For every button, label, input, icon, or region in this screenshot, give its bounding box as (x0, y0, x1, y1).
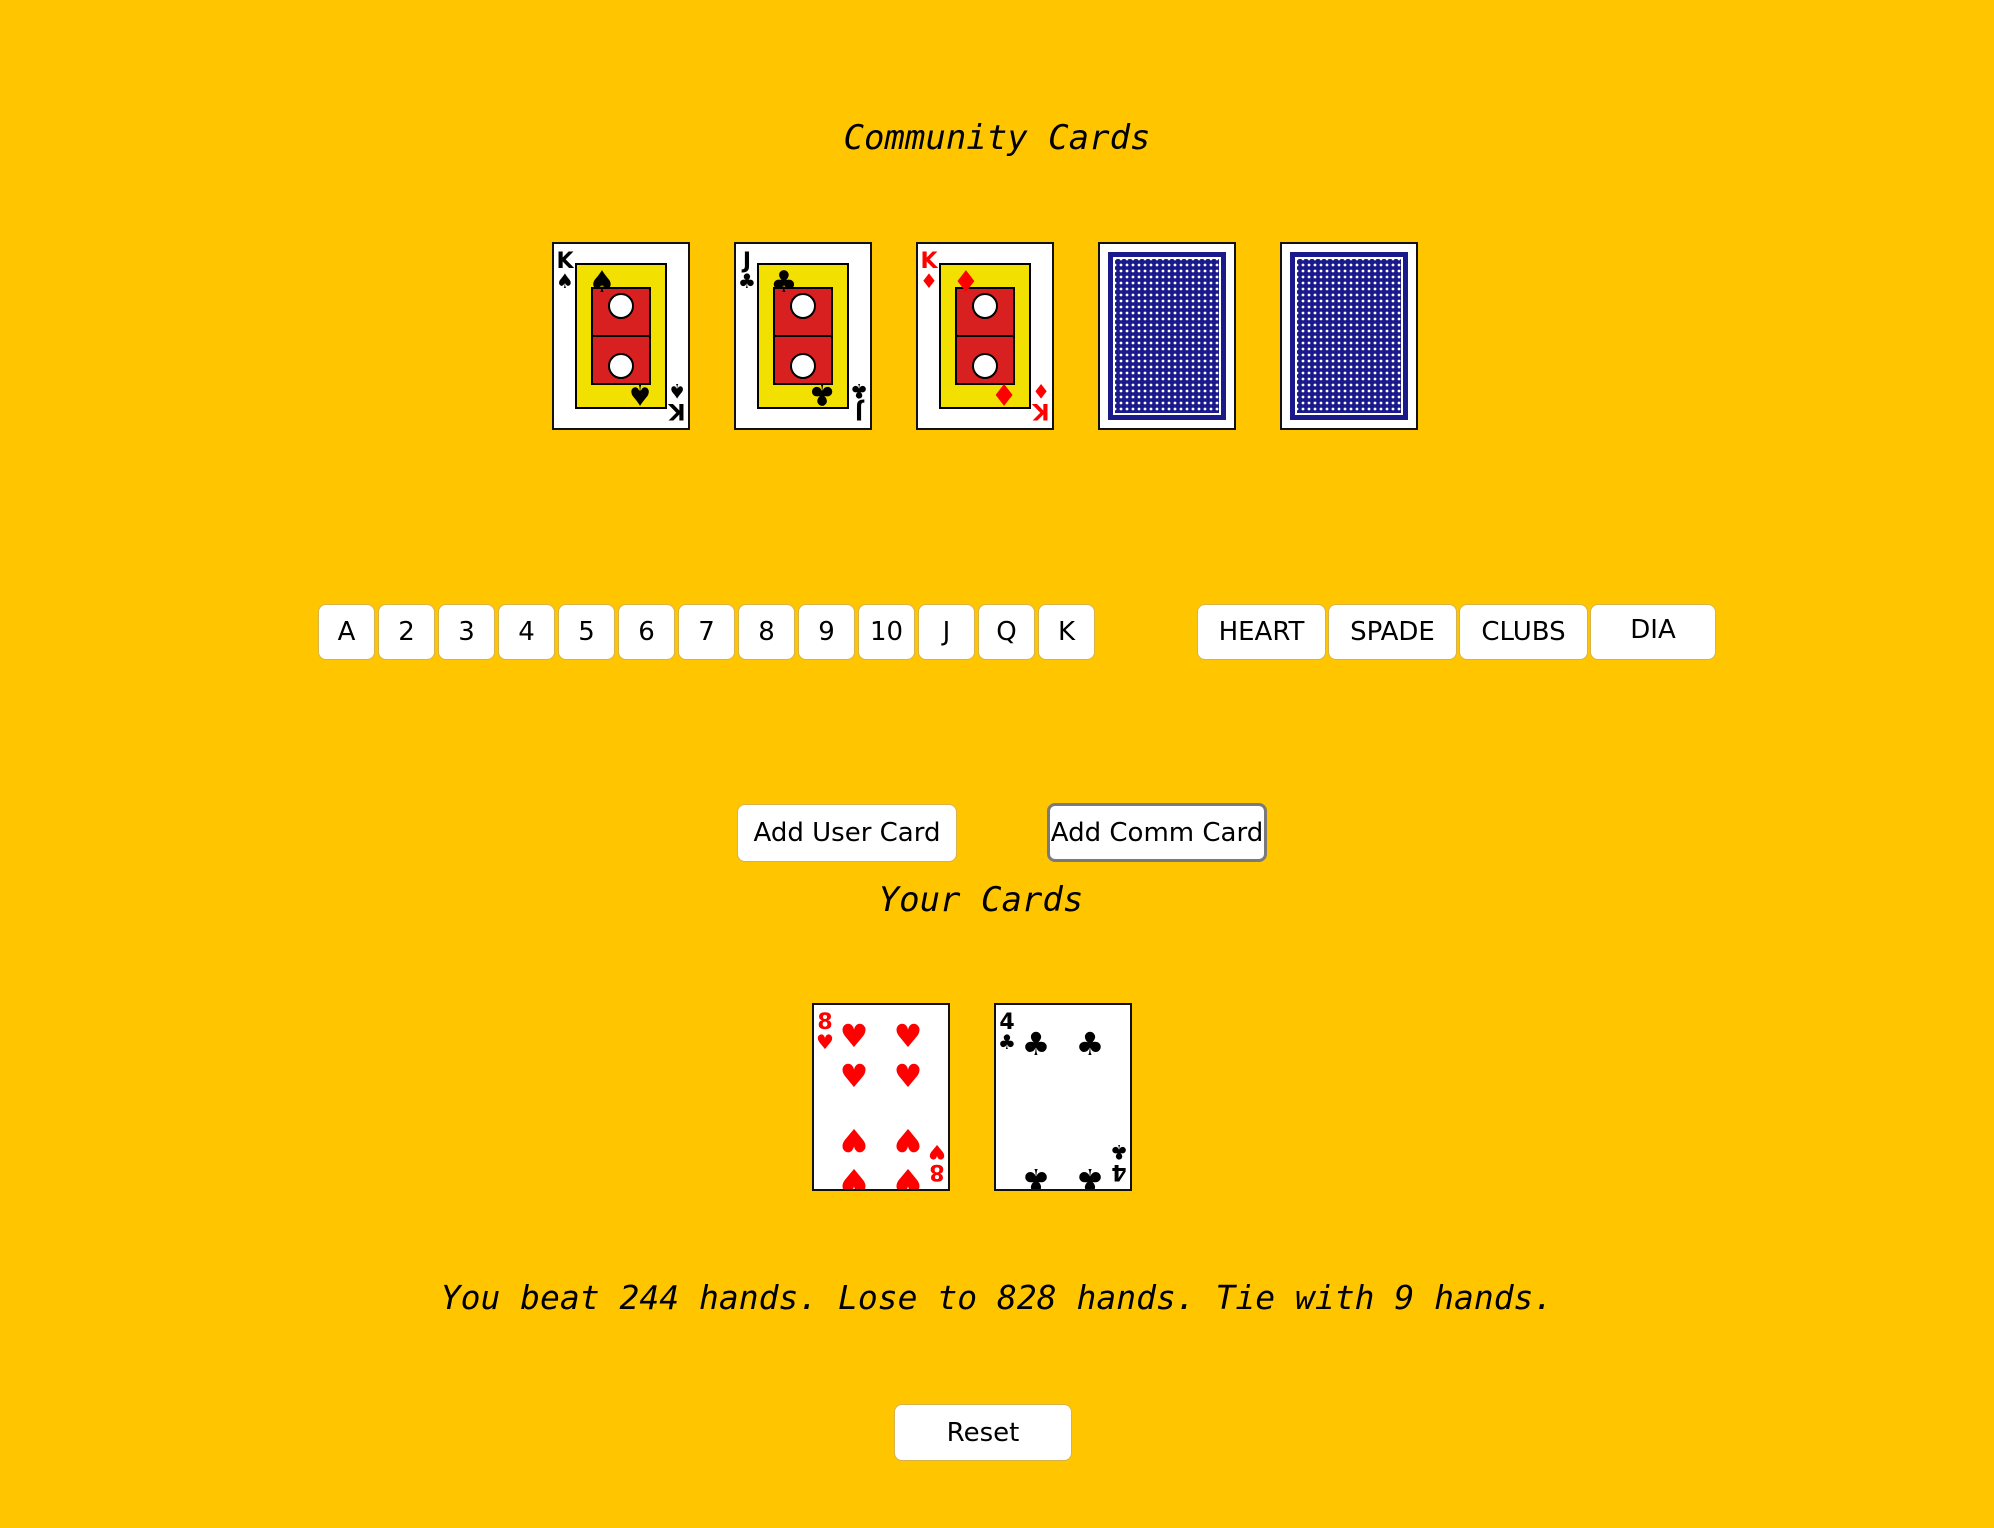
poker-odds-window: Community Cards K ♠ K ♠ ♠ ♠ J ♣ J ♣ ♣ ♣ K ♦ K ♦ ♦ ♦ A 2… (0, 0, 1994, 1528)
suit-button-diamond[interactable]: DIA (1590, 604, 1716, 660)
user-card-1: 8 ♥ 8 ♥ ♥ ♥ ♥ ♥ ♥ ♥ ♥ ♥ (812, 1003, 950, 1191)
spade-icon: ♠ (589, 265, 616, 300)
spade-icon: ♠ (556, 269, 574, 293)
club-icon: ♣ (998, 1030, 1016, 1054)
heart-pip-icon: ♥ (894, 1121, 923, 1159)
suit-button-heart[interactable]: HEART (1197, 604, 1326, 660)
spade-icon: ♠ (627, 376, 654, 411)
club-icon: ♣ (1110, 1140, 1128, 1164)
rank-button-a[interactable]: A (318, 604, 375, 660)
heart-pip-icon: ♥ (840, 1161, 869, 1189)
heart-pip-icon: ♥ (894, 1057, 923, 1095)
rank-button-2[interactable]: 2 (378, 604, 435, 660)
result-text: You beat 244 hands. Lose to 828 hands. T… (440, 1278, 1554, 1317)
diamond-icon: ♦ (920, 269, 938, 293)
suit-button-spade[interactable]: SPADE (1328, 604, 1457, 660)
heart-pip-icon: ♥ (840, 1057, 869, 1095)
rank-button-10[interactable]: 10 (858, 604, 915, 660)
club-icon: ♣ (850, 379, 868, 403)
heart-icon: ♥ (928, 1140, 946, 1164)
rank-button-6[interactable]: 6 (618, 604, 675, 660)
diamond-icon: ♦ (953, 265, 980, 300)
rank-button-j[interactable]: J (918, 604, 975, 660)
heart-pip-icon: ♥ (840, 1017, 869, 1055)
heart-icon: ♥ (816, 1030, 834, 1054)
rank-button-7[interactable]: 7 (678, 604, 735, 660)
spade-icon: ♠ (668, 379, 686, 403)
community-card-4-face-down (1098, 242, 1236, 430)
rank-button-9[interactable]: 9 (798, 604, 855, 660)
heart-pip-icon: ♥ (894, 1017, 923, 1055)
community-card-3: K ♦ K ♦ ♦ ♦ (916, 242, 1054, 430)
suit-button-clubs[interactable]: CLUBS (1459, 604, 1588, 660)
rank-button-3[interactable]: 3 (438, 604, 495, 660)
reset-button[interactable]: Reset (894, 1404, 1072, 1461)
diamond-icon: ♦ (991, 376, 1018, 411)
user-card-2: 4 ♣ 4 ♣ ♣ ♣ ♣ ♣ (994, 1003, 1132, 1191)
club-icon: ♣ (738, 269, 756, 293)
rank-button-4[interactable]: 4 (498, 604, 555, 660)
community-cards-title: Community Cards (843, 118, 1151, 158)
rank-button-5[interactable]: 5 (558, 604, 615, 660)
heart-pip-icon: ♥ (894, 1161, 923, 1189)
community-card-5-face-down (1280, 242, 1418, 430)
rank-button-k[interactable]: K (1038, 604, 1095, 660)
add-user-card-button[interactable]: Add User Card (737, 804, 957, 862)
club-icon: ♣ (771, 265, 798, 300)
rank-button-8[interactable]: 8 (738, 604, 795, 660)
rank-button-q[interactable]: Q (978, 604, 1035, 660)
community-card-1: K ♠ K ♠ ♠ ♠ (552, 242, 690, 430)
community-card-2: J ♣ J ♣ ♣ ♣ (734, 242, 872, 430)
club-pip-icon: ♣ (1076, 1161, 1105, 1189)
club-icon: ♣ (809, 376, 836, 411)
club-pip-icon: ♣ (1022, 1025, 1051, 1063)
diamond-icon: ♦ (1032, 379, 1050, 403)
add-comm-card-button[interactable]: Add Comm Card (1047, 803, 1267, 862)
club-pip-icon: ♣ (1022, 1161, 1051, 1189)
club-pip-icon: ♣ (1076, 1025, 1105, 1063)
your-cards-title: Your Cards (878, 880, 1084, 920)
heart-pip-icon: ♥ (840, 1121, 869, 1159)
